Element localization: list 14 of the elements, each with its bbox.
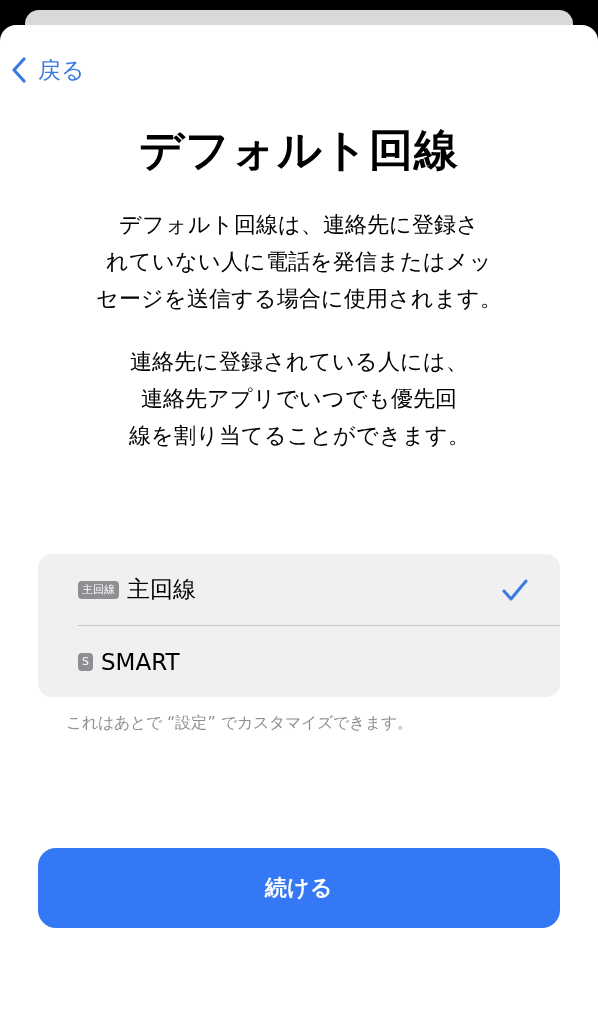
line-label: SMART: [101, 648, 181, 675]
line-label: 主回線: [127, 575, 197, 604]
footnote: これはあとで “設定” でカスタマイズできます。: [66, 713, 413, 734]
back-icon[interactable]: [12, 57, 26, 83]
title: デフォルト回線: [139, 123, 459, 177]
line-badge: 主回線: [78, 580, 119, 599]
line-option[interactable]: S SMART: [78, 625, 560, 697]
description-text: デフォルト回線は、連絡先に登録さ れていない人に電話を発信またはメッ セージを送信する場合に使用されます。: [96, 211, 502, 313]
line-badge: S: [78, 652, 93, 671]
line-option[interactable]: 主回線 主回線: [78, 554, 560, 625]
description-text: 連絡先に登録されている人には、 連絡先アプリでいつでも優先回 線を割り当てることができます。: [128, 348, 470, 450]
checkmark-icon: [502, 578, 528, 601]
back-link[interactable]: 戻る: [38, 54, 85, 86]
continue-button[interactable]: 続ける: [38, 848, 560, 928]
